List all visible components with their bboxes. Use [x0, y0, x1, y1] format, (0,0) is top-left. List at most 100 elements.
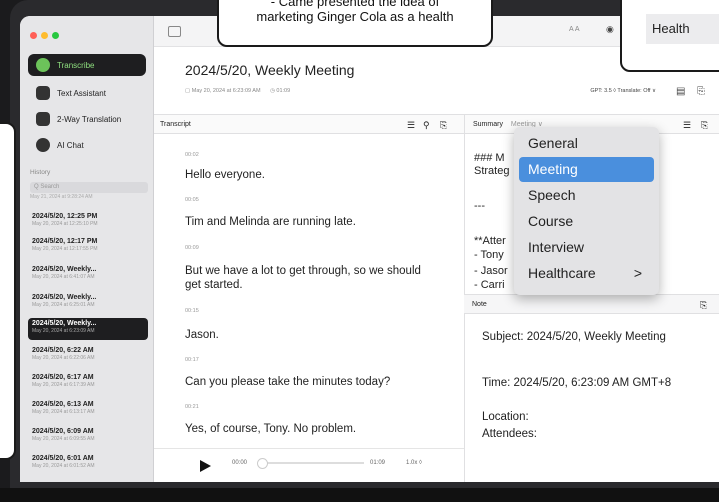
nav-text-assistant[interactable]: Text Assistant	[28, 82, 146, 104]
menu-item-course[interactable]: Course	[519, 209, 654, 234]
history-item-title: 2024/5/20, Weekly...	[32, 320, 97, 327]
history-item-selected[interactable]: 2024/5/20, Weekly... May 20, 2024 at 6:23…	[28, 318, 148, 340]
segment-timestamp[interactable]: 00:17	[185, 357, 199, 363]
callout-right-text: Health	[646, 14, 719, 44]
transcript-segment: Yes, of course, Tony. No problem.	[185, 423, 357, 435]
play-icon[interactable]	[200, 460, 211, 472]
account-icon[interactable]: ◉	[606, 24, 614, 35]
history-item-title: 2024/5/20, 6:13 AM	[32, 401, 94, 408]
nav-ai-chat[interactable]: AI Chat	[28, 134, 146, 156]
recording-date: May 20, 2024 at 6:23:09 AM	[191, 88, 261, 94]
history-item-date: May 20, 2024 at 6:13:17 AM	[32, 409, 95, 415]
history-item-date: May 20, 2024 at 12:25:10 PM	[32, 221, 98, 227]
player-scrubber[interactable]	[257, 458, 268, 469]
history-item[interactable]: 2024/5/20, Weekly... May 20, 2024 at 6:41…	[28, 264, 148, 286]
summary-line: - Carri	[474, 279, 505, 288]
menu-item-healthcare-label: Healthcare	[528, 265, 596, 281]
history-search-input[interactable]: Q Search	[30, 182, 148, 193]
menu-item-interview[interactable]: Interview	[519, 235, 654, 260]
chat-icon	[36, 138, 50, 152]
history-item-date: May 20, 2024 at 12:17:55 PM	[32, 246, 98, 252]
copy-icon[interactable]: ⎘	[440, 115, 447, 135]
callout-top-line2: marketing Ginger Cola as a health	[256, 9, 454, 24]
sidebar-toggle-icon[interactable]	[168, 26, 181, 37]
export-icon[interactable]: ⎘	[697, 86, 705, 97]
menu-item-meeting[interactable]: Meeting	[519, 157, 654, 182]
transcript-label: Transcript	[160, 121, 191, 128]
transcript-header: Transcript ☰ ⚲ ⎘	[154, 114, 464, 134]
history-item-date: May 20, 2024 at 6:41:07 AM	[32, 274, 95, 280]
menu-item-general[interactable]: General	[519, 131, 654, 156]
nav-ai-chat-label: AI Chat	[57, 140, 84, 150]
history-item[interactable]: 2024/5/20, 12:17 PM May 20, 2024 at 12:17…	[28, 236, 148, 258]
history-heading: History	[30, 169, 51, 176]
playback-speed-selector[interactable]: 1.0x ◊	[406, 460, 422, 466]
segment-timestamp[interactable]: 00:15	[185, 308, 199, 314]
note-subject: Subject: 2024/5/20, Weekly Meeting	[482, 331, 666, 343]
segment-timestamp[interactable]: 00:05	[185, 197, 199, 203]
history-item-title: 2024/5/20, 6:17 AM	[32, 374, 94, 381]
summary-line: Strateg	[474, 165, 510, 177]
note-copy-icon[interactable]: ⎘	[700, 295, 707, 315]
history-item-title: 2024/5/20, Weekly...	[32, 266, 97, 273]
note-attendees: Attendees:	[482, 428, 537, 440]
search-placeholder: Search	[40, 184, 60, 190]
summary-label: Summary	[473, 121, 503, 128]
history-item[interactable]: 2024/5/20, Weekly... May 20, 2024 at 6:25…	[28, 292, 148, 314]
note-location: Location:	[482, 411, 529, 423]
menu-item-speech[interactable]: Speech	[519, 183, 654, 208]
player-progress-track[interactable]	[260, 462, 364, 464]
history-item[interactable]: 2024/5/20, 6:17 AM May 20, 2024 at 6:17:3…	[28, 372, 148, 394]
transcript-segment: Can you please take the minutes today?	[185, 376, 391, 388]
submenu-chevron-icon: >	[633, 265, 642, 281]
search-date: May 21, 2024 at 9:28:24 AM	[30, 194, 93, 200]
history-item-title: 2024/5/20, 6:22 AM	[32, 347, 94, 354]
callout-top-line1: - Came presented the idea of	[270, 0, 440, 9]
search-transcript-icon[interactable]: ⚲	[423, 115, 430, 135]
nav-2way-translation[interactable]: 2-Way Translation	[28, 108, 146, 130]
summary-line: ---	[474, 200, 485, 212]
minimize-window-button[interactable]	[41, 32, 48, 39]
menu-item-healthcare[interactable]: Healthcare >	[519, 261, 654, 286]
player-current-time: 00:00	[232, 460, 248, 466]
nav-transcribe[interactable]: Transcribe	[28, 54, 146, 76]
player-total-time: 01:09	[370, 460, 386, 466]
audio-player: 00:00 01:09 1.0x ◊	[154, 448, 464, 482]
page-title: 2024/5/20, Weekly Meeting	[185, 62, 355, 78]
history-item[interactable]: 2024/5/20, 12:25 PM May 20, 2024 at 12:25…	[28, 211, 148, 233]
font-size-buttons[interactable]: A A	[569, 26, 580, 33]
recording-duration: 01:09	[276, 88, 291, 94]
callout-top: - Came presented the idea of marketing G…	[217, 0, 493, 47]
main-panel: A A ◉ 2024/5/20, Weekly Meeting ▢ May 20…	[154, 16, 719, 482]
segment-timestamp[interactable]: 00:09	[185, 245, 199, 251]
zoom-window-button[interactable]	[52, 32, 59, 39]
callout-right: Health	[620, 0, 719, 72]
summary-copy-icon[interactable]: ⎘	[701, 115, 708, 135]
history-item-title: 2024/5/20, 6:01 AM	[32, 455, 94, 462]
transcript-segment: Tim and Melinda are running late.	[185, 216, 356, 228]
note-label: Note	[472, 301, 487, 308]
summary-line: - Jasor	[474, 265, 508, 277]
history-item[interactable]: 2024/5/20, 6:01 AM May 20, 2024 at 6:01:5…	[28, 453, 148, 475]
list-icon[interactable]: ☰	[407, 115, 415, 135]
gpt-translate-selector[interactable]: GPT: 3.5 ◊ Translate: Off ∨	[590, 88, 656, 94]
history-item-date: May 20, 2024 at 6:22:06 AM	[32, 355, 95, 361]
transcribe-icon	[36, 58, 50, 72]
segment-timestamp[interactable]: 00:21	[185, 404, 199, 410]
nav-text-assistant-label: Text Assistant	[57, 88, 106, 98]
nav-2way-translation-label: 2-Way Translation	[57, 114, 122, 124]
history-item-date: May 20, 2024 at 6:25:01 AM	[32, 302, 95, 308]
transcript-segment: But we have a lot to get through, so we …	[185, 265, 421, 291]
history-item[interactable]: 2024/5/20, 6:09 AM May 20, 2024 at 6:09:5…	[28, 426, 148, 448]
history-item-title: 2024/5/20, Weekly...	[32, 294, 97, 301]
note-time: Time: 2024/5/20, 6:23:09 AM GMT+8	[482, 377, 672, 389]
summary-list-icon[interactable]: ☰	[683, 115, 691, 135]
history-item-title: 2024/5/20, 6:09 AM	[32, 428, 94, 435]
transcript-segment: Hello everyone.	[185, 169, 265, 181]
transcript-view-icon[interactable]: ▤	[676, 86, 685, 97]
segment-timestamp[interactable]: 00:02	[185, 152, 199, 158]
close-window-button[interactable]	[30, 32, 37, 39]
history-item[interactable]: 2024/5/20, 6:13 AM May 20, 2024 at 6:13:1…	[28, 399, 148, 421]
history-item[interactable]: 2024/5/20, 6:22 AM May 20, 2024 at 6:22:0…	[28, 345, 148, 367]
translation-icon	[36, 112, 50, 126]
